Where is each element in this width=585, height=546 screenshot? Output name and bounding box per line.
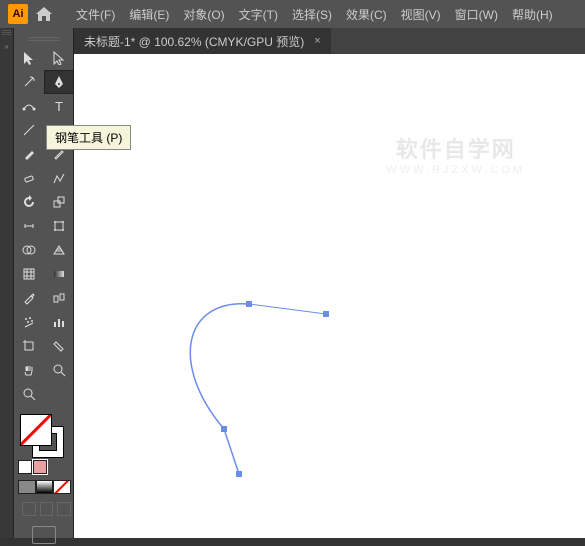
gradient-tool[interactable] (44, 262, 74, 286)
pen-tool[interactable] (44, 70, 74, 94)
type-tool[interactable]: T (44, 94, 74, 118)
document-tab-bar: 未标题-1* @ 100.62% (CMYK/GPU 预览) × (74, 28, 585, 54)
app-logo[interactable]: Ai (8, 4, 28, 24)
draw-normal-icon[interactable] (22, 502, 36, 516)
menubar: Ai 文件(F) 编辑(E) 对象(O) 文字(T) 选择(S) 效果(C) 视… (0, 0, 585, 28)
home-icon[interactable] (34, 4, 54, 24)
blend-tool[interactable] (44, 286, 74, 310)
mesh-tool[interactable] (14, 262, 44, 286)
shaper-tool[interactable] (44, 166, 74, 190)
column-graph-tool[interactable] (44, 310, 74, 334)
free-transform-tool[interactable] (44, 214, 74, 238)
control-handle[interactable] (323, 311, 329, 317)
rotate-tool[interactable] (14, 190, 44, 214)
paintbrush-tool[interactable] (14, 142, 44, 166)
pen-tooltip: 钢笔工具 (P) (46, 125, 131, 150)
eyedropper-tool[interactable] (14, 286, 44, 310)
narrow-panel-strip: » (0, 28, 14, 538)
svg-text:T: T (55, 99, 63, 113)
selection-tool[interactable] (14, 46, 44, 70)
color-mode-gradient[interactable] (36, 480, 54, 494)
color-mode-none[interactable] (53, 480, 71, 494)
menu-file[interactable]: 文件(F) (72, 6, 119, 23)
direct-selection-tool[interactable] (44, 46, 74, 70)
vector-path[interactable] (164, 264, 364, 494)
perspective-grid-tool[interactable] (44, 238, 74, 262)
menu-help[interactable]: 帮助(H) (508, 6, 557, 23)
empty-tool-slot (44, 382, 74, 406)
symbol-sprayer-tool[interactable] (14, 310, 44, 334)
scale-tool[interactable] (44, 190, 74, 214)
canvas[interactable]: 软件自学网 WWW.RJZXW.COM (74, 54, 585, 538)
anchor-point[interactable] (236, 471, 242, 477)
draw-mode-row (22, 502, 71, 516)
line-tool[interactable] (14, 118, 44, 142)
default-colors-icon[interactable] (18, 460, 32, 474)
curvature-tool[interactable] (14, 94, 44, 118)
swap-colors-icon[interactable] (33, 460, 47, 474)
magic-wand-tool[interactable] (14, 70, 44, 94)
screen-mode-icon[interactable] (32, 526, 56, 544)
document-title: 未标题-1* @ 100.62% (CMYK/GPU 预览) (84, 33, 304, 50)
menu-window[interactable]: 窗口(W) (451, 6, 502, 23)
watermark-text-1: 软件自学网 (386, 132, 525, 164)
toolbox: T (14, 28, 74, 538)
menu-view[interactable]: 视图(V) (397, 6, 445, 23)
menu-object[interactable]: 对象(O) (179, 6, 228, 23)
fill-stroke-swatches[interactable] (20, 414, 64, 458)
menu-edit[interactable]: 编辑(E) (125, 6, 173, 23)
zoom-tool-extra[interactable] (14, 382, 44, 406)
draw-inside-icon[interactable] (57, 502, 71, 516)
width-tool[interactable] (14, 214, 44, 238)
shape-builder-tool[interactable] (14, 238, 44, 262)
close-icon[interactable]: × (314, 35, 320, 47)
anchor-point[interactable] (221, 426, 227, 432)
expand-arrows-icon[interactable]: » (0, 42, 13, 51)
menu-select[interactable]: 选择(S) (288, 6, 336, 23)
hand-tool[interactable] (14, 358, 44, 382)
watermark: 软件自学网 WWW.RJZXW.COM (386, 132, 525, 176)
menu-text[interactable]: 文字(T) (235, 6, 282, 23)
watermark-text-2: WWW.RJZXW.COM (386, 164, 525, 176)
artboard-tool[interactable] (14, 334, 44, 358)
menu-effect[interactable]: 效果(C) (342, 6, 391, 23)
slice-tool[interactable] (44, 334, 74, 358)
color-mode-row (18, 480, 71, 494)
color-section (14, 412, 73, 546)
document-tab[interactable]: 未标题-1* @ 100.62% (CMYK/GPU 预览) × (74, 28, 331, 54)
fill-color[interactable] (20, 414, 52, 446)
zoom-tool[interactable] (44, 358, 74, 382)
anchor-point[interactable] (246, 301, 252, 307)
color-mode-solid[interactable] (18, 480, 36, 494)
eraser-tool[interactable] (14, 166, 44, 190)
draw-behind-icon[interactable] (40, 502, 54, 516)
